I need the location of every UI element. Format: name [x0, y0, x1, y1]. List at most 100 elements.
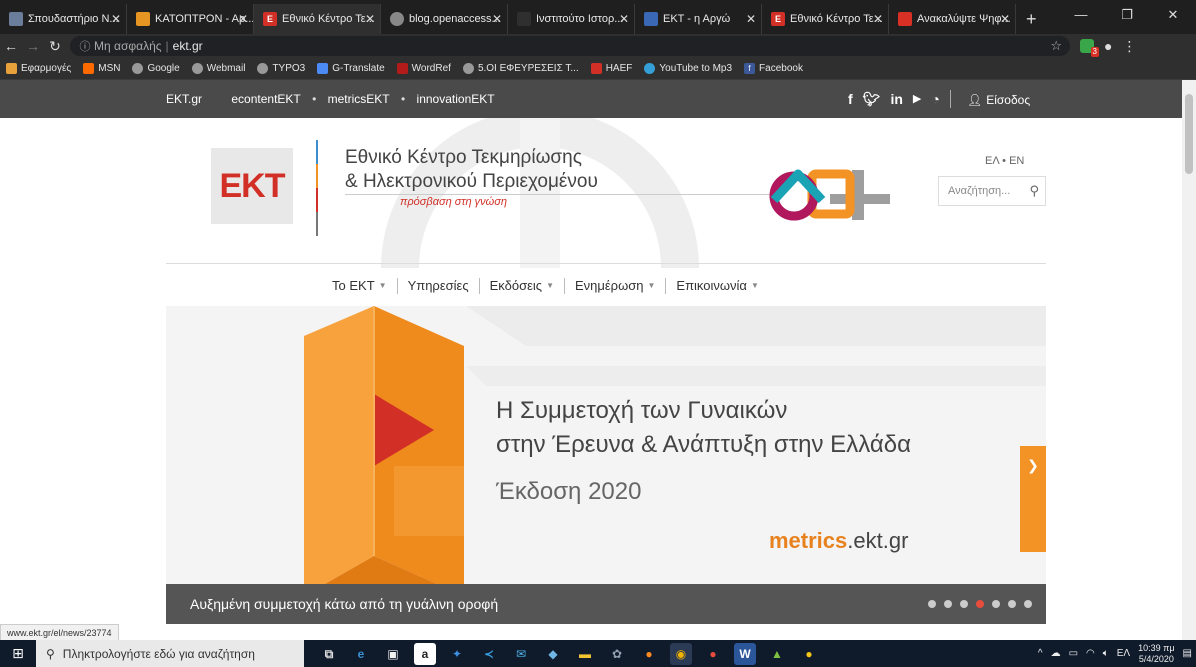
bookmark-item[interactable]: HAEF	[590, 63, 632, 74]
slider-dot[interactable]	[1008, 600, 1016, 608]
mail-icon[interactable]: ✉	[510, 643, 532, 665]
bookmark-item[interactable]: Webmail	[191, 63, 245, 74]
restore-icon[interactable]: ❐	[1104, 0, 1150, 30]
extension-icon[interactable]	[1080, 39, 1100, 57]
topbar-link-metrics[interactable]: metricsEKT	[328, 92, 390, 106]
app-icon[interactable]: ●	[798, 643, 820, 665]
notifications-icon[interactable]: ▤	[1183, 648, 1192, 659]
store-icon[interactable]: ▣	[382, 643, 404, 665]
bookmark-item[interactable]: 5.ΟΙ ΕΦΕΥΡΕΣΕΙΣ Τ...	[462, 63, 579, 74]
task-view-icon[interactable]: ⧉	[318, 643, 340, 665]
file-explorer-icon[interactable]: ▬	[574, 643, 596, 665]
chrome-icon[interactable]: ◉	[670, 642, 692, 665]
address-bar[interactable]: ⓘ Μη ασφαλής | ekt.gr ☆	[70, 36, 1070, 56]
slider-dot[interactable]	[1024, 600, 1032, 608]
taskbar-search-input[interactable]: ⚲ Πληκτρολογήστε εδώ για αναζήτηση	[36, 640, 304, 667]
rss-icon[interactable]: ◔	[931, 80, 939, 118]
slider-dot[interactable]	[928, 600, 936, 608]
bookmark-item[interactable]: Google	[132, 63, 180, 74]
youtube-icon[interactable]: ▶	[913, 80, 921, 118]
slide-caption[interactable]: Αυξημένη συμμετοχή κάτω από τη γυάλινη ο…	[166, 584, 1046, 624]
chevron-up-icon[interactable]: ^	[1038, 648, 1043, 659]
slider-dot[interactable]	[960, 600, 968, 608]
vscode-icon[interactable]: ≺	[478, 643, 500, 665]
bookmark-star-icon[interactable]: ☆	[1050, 38, 1062, 54]
topbar-link-ekt[interactable]: EKT.gr	[166, 92, 202, 106]
amazon-icon[interactable]: a	[414, 642, 436, 665]
app-icon[interactable]: ●	[702, 643, 724, 665]
browser-tab[interactable]: Ανακαλύψτε Ψηφ... ✕	[889, 4, 1016, 34]
wifi-icon[interactable]: ◠	[1086, 648, 1095, 659]
nav-item-about[interactable]: Το ΕΚΤ ▼	[322, 277, 398, 295]
slider-dot[interactable]	[944, 600, 952, 608]
scroll-thumb[interactable]	[1185, 94, 1193, 174]
close-icon[interactable]: ✕	[873, 4, 883, 34]
new-tab-button[interactable]: +	[1016, 4, 1047, 34]
ekt-logo[interactable]: EKT	[211, 148, 293, 224]
bookmark-item[interactable]: MSN	[83, 63, 120, 74]
hero-slider[interactable]: Η Συμμετοχή των Γυναικών στην Έρευνα & Α…	[166, 306, 1046, 624]
close-icon[interactable]: ✕	[365, 4, 375, 34]
app-icon[interactable]: ◆	[542, 643, 564, 665]
extensions-area: ● ⋮	[1080, 38, 1136, 57]
close-icon[interactable]: ✕	[111, 4, 121, 34]
word-icon[interactable]: W	[734, 642, 756, 665]
topbar-link-econtent[interactable]: econtentEKT	[231, 92, 300, 106]
lang-en[interactable]: EN	[1009, 155, 1024, 167]
bookmark-item[interactable]: G-Translate	[317, 63, 385, 74]
browser-tab[interactable]: blog.openaccess... ✕	[381, 4, 508, 34]
browser-tab[interactable]: Ινστιτούτο Ιστορ... ✕	[508, 4, 635, 34]
bookmark-item[interactable]: TYPO3	[257, 63, 305, 74]
windows-start-icon[interactable]: ⊞	[0, 645, 36, 662]
clock[interactable]: 10:39 πμ 5/4/2020	[1138, 643, 1174, 665]
close-icon[interactable]: ✕	[746, 4, 756, 34]
dropbox-icon[interactable]: ✦	[446, 643, 468, 665]
browser-tab[interactable]: E Εθνικό Κέντρο Τε... ✕	[762, 4, 889, 34]
site-search-input[interactable]: Αναζήτηση... ⚲	[938, 176, 1046, 206]
bookmark-item[interactable]: WordRef	[396, 63, 451, 74]
twitter-icon[interactable]: 🐦︎	[863, 80, 881, 118]
close-icon[interactable]: ✕	[492, 4, 502, 34]
minimize-icon[interactable]: —	[1058, 0, 1104, 30]
cloud-icon[interactable]: ☁	[1051, 648, 1061, 659]
input-language[interactable]: ΕΛ	[1117, 648, 1130, 659]
firefox-icon[interactable]: ●	[638, 643, 660, 665]
info-icon[interactable]: ⓘ	[76, 38, 94, 54]
volume-icon[interactable]: 🔈︎	[1103, 648, 1109, 659]
topbar-link-innovation[interactable]: innovationEKT	[417, 92, 495, 106]
facebook-icon[interactable]: f	[848, 80, 853, 118]
bookmark-item[interactable]: Εφαρμογές	[6, 63, 71, 74]
nav-item-news[interactable]: Ενημέρωση ▼	[565, 277, 667, 295]
nav-item-services[interactable]: Υπηρεσίες	[398, 278, 480, 294]
nav-item-publications[interactable]: Εκδόσεις ▼	[480, 277, 565, 295]
app-icon[interactable]: ▲	[766, 643, 788, 665]
close-window-icon[interactable]: ✕	[1150, 0, 1196, 30]
forward-icon[interactable]: →	[22, 38, 44, 54]
slide-illustration	[166, 306, 1046, 624]
profile-icon[interactable]: ●	[1104, 38, 1112, 54]
browser-tab[interactable]: Σπουδαστήριο Ν... ✕	[0, 4, 127, 34]
menu-icon[interactable]: ⋮	[1122, 38, 1136, 55]
close-icon[interactable]: ✕	[1000, 4, 1010, 34]
bookmark-item[interactable]: f Facebook	[744, 63, 803, 74]
edge-icon[interactable]: e	[350, 643, 372, 665]
back-icon[interactable]: ←	[0, 38, 22, 54]
browser-tab[interactable]: ΚΑΤΟΠΤΡΟΝ - Αρ... ✕	[127, 4, 254, 34]
app-icon[interactable]: ✿	[606, 643, 628, 665]
lang-el[interactable]: ΕΛ	[985, 155, 999, 167]
slider-dot-active[interactable]	[976, 600, 984, 608]
login-link[interactable]: 👤︎ Είσοδος	[967, 80, 1030, 120]
close-icon[interactable]: ✕	[238, 4, 248, 34]
slider-dot[interactable]	[992, 600, 1000, 608]
browser-tab[interactable]: ΕΚΤ - η Αργώ ✕	[635, 4, 762, 34]
page-scrollbar[interactable]	[1182, 80, 1196, 640]
bookmark-item[interactable]: YouTube to Mp3	[644, 63, 732, 74]
linkedin-icon[interactable]: in	[890, 80, 902, 118]
browser-tab-active[interactable]: E Εθνικό Κέντρο Τε... ✕	[254, 4, 381, 34]
slider-next-button[interactable]: ❯	[1020, 446, 1046, 552]
nav-item-contact[interactable]: Επικοινωνία ▼	[666, 278, 768, 295]
close-icon[interactable]: ✕	[619, 4, 629, 34]
battery-icon[interactable]: ▭	[1069, 648, 1078, 659]
reload-icon[interactable]: ↻	[44, 38, 66, 55]
search-icon[interactable]: ⚲	[1029, 183, 1039, 199]
